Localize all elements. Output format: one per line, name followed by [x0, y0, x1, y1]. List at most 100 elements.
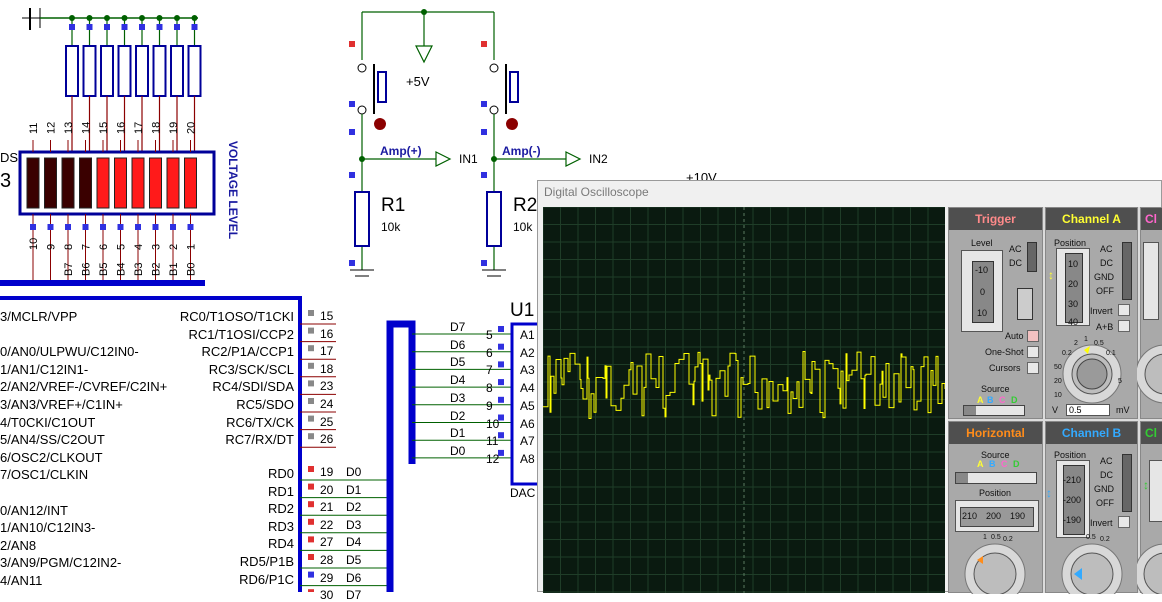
trigger-coupling-switch[interactable] — [1027, 242, 1037, 272]
led-pin-top: 11 — [28, 123, 40, 134]
channel-d-knob[interactable] — [1137, 534, 1162, 594]
channel-a-scale-0: 10 — [1068, 259, 1079, 269]
channel-b-scale-2: -190 — [1063, 515, 1082, 525]
channel-d-title: Cl — [1141, 422, 1162, 444]
channel-d-slider[interactable] — [1149, 460, 1162, 522]
channel-b-volts-knob[interactable] — [1052, 534, 1132, 594]
led-pin-bottom: 9 — [46, 244, 58, 250]
mcu-rc-pin-label: RC7/RX/DT — [225, 432, 294, 448]
cursors-button[interactable] — [1027, 362, 1039, 374]
one-shot-button[interactable] — [1027, 346, 1039, 358]
mcu-left-pin-label: 0/AN12/INT — [0, 502, 68, 518]
dac-pin-number: 8 — [486, 381, 493, 396]
channel-a-dial-5: 50 — [1054, 364, 1062, 371]
led-signal-label: B3 — [133, 263, 145, 276]
mcu-pin-number: 28 — [320, 553, 334, 567]
led-pin-bottom: 10 — [28, 238, 40, 250]
channel-b-invert-button[interactable] — [1118, 516, 1130, 528]
auto-button[interactable] — [1027, 330, 1039, 342]
trigger-source-b[interactable]: B — [987, 395, 994, 405]
channel-a-scale-1: 20 — [1068, 279, 1079, 289]
mcu-pin-number: 23 — [320, 379, 334, 394]
mcu-rd-net-label: D0 — [346, 465, 362, 479]
dac-net-label: D7 — [450, 320, 466, 334]
oscilloscope-window[interactable]: Digital Oscilloscope Trigger Level -10 0… — [537, 180, 1162, 594]
mcu-left-pin-label: 6/OSC2/CLKOUT — [0, 449, 103, 465]
channel-b-dial-1: 0.2 — [1100, 536, 1110, 543]
dac-pin-label: A3 — [520, 363, 535, 378]
channel-a-scale-2: 30 — [1068, 299, 1079, 309]
mcu-rd-net-label: D3 — [346, 517, 362, 532]
channel-a-position-slider[interactable]: 10 20 30 40 — [1056, 248, 1090, 327]
led-segment — [44, 157, 57, 209]
mcu-rd-pin-label: RD6/P1C — [239, 571, 294, 587]
channel-b-position-label: Position — [1054, 450, 1087, 460]
horizontal-time-knob[interactable] — [955, 534, 1035, 594]
channel-a-mode-switch[interactable] — [1122, 242, 1132, 300]
dac-pin-label: A6 — [520, 416, 535, 431]
led-signal-label: B1 — [168, 263, 180, 276]
mcu-left-pin-label: 2/AN2/VREF-/CVREF/C2IN+ — [0, 379, 168, 395]
mcu-rd-pin-label: RD0 — [267, 466, 294, 481]
channel-b-mode-switch[interactable] — [1122, 454, 1132, 512]
mcu-rc-pin-label: RC1/T1OSI/CCP2 — [188, 326, 294, 342]
led-signal-label: B2 — [151, 263, 163, 276]
trigger-source-label: Source — [981, 384, 1010, 394]
channel-c-knob[interactable] — [1137, 336, 1162, 406]
trigger-source-slider[interactable] — [963, 405, 1025, 416]
led-pin-top: 14 — [81, 122, 93, 134]
in1-label: IN1 — [459, 152, 478, 166]
horizontal-source-a[interactable]: A — [977, 459, 984, 469]
mcu-left-pin-label: 5/AN4/SS/C2OUT — [0, 432, 105, 448]
channel-a-mv-unit: mV — [1116, 405, 1130, 415]
led-segment — [184, 157, 197, 209]
trigger-edge-switch[interactable] — [1017, 288, 1033, 320]
mcu-pin-number: 17 — [320, 344, 334, 359]
channel-a-aplusb: A+B — [1096, 322, 1114, 332]
channel-a-invert-button[interactable] — [1118, 304, 1130, 316]
scope-screen[interactable] — [542, 206, 946, 593]
channel-c-slider[interactable] — [1143, 242, 1159, 320]
r2-value: 10k — [513, 220, 533, 234]
led-pin-bottom: 3 — [151, 244, 163, 250]
trigger-source-a[interactable]: A — [977, 395, 984, 405]
channel-a-trace — [543, 351, 946, 419]
led-side-fragment: DS — [0, 150, 19, 165]
horizontal-source-b[interactable]: B — [989, 459, 996, 469]
channel-a-aplusb-button[interactable] — [1118, 320, 1130, 332]
channel-a-volts-knob[interactable] — [1052, 336, 1132, 406]
mcu-left-pin-label: 1/AN1/C12IN1- — [0, 361, 89, 377]
mcu-left-pin-label: 0/AN0/ULPWU/C12IN0- — [0, 344, 139, 360]
dac-pin-number: 6 — [486, 345, 493, 360]
mcu-rd-pin-label: RD2 — [267, 501, 294, 517]
dac-pin-number: 10 — [486, 416, 500, 431]
horizontal-source-d[interactable]: D — [1013, 459, 1020, 469]
trigger-title: Trigger — [949, 208, 1042, 230]
dac-pin-label: A2 — [520, 345, 535, 360]
trigger-ac: AC — [1009, 244, 1022, 254]
channel-b-mode-dc: DC — [1100, 470, 1113, 480]
dac-net-label: D0 — [450, 443, 466, 458]
channel-a-dial-1: 1 — [1084, 336, 1088, 343]
mcu-rd-pin-label: RD1 — [267, 483, 294, 499]
led-signal-label: B0 — [186, 263, 198, 276]
trigger-source-c[interactable]: C — [999, 395, 1006, 405]
mcu-left-pin-label: 4/T0CKI/C1OUT — [0, 414, 96, 430]
horizontal-position-slider[interactable]: 210 200 190 — [955, 500, 1039, 532]
r1-name: R1 — [381, 195, 406, 216]
dac-net-label: D3 — [450, 390, 466, 405]
trigger-level-slider[interactable]: -10 0 10 — [961, 250, 1003, 332]
horizontal-source-slider[interactable] — [955, 472, 1037, 484]
horizontal-source-c[interactable]: C — [1001, 459, 1008, 469]
horizontal-title: Horizontal — [949, 422, 1042, 444]
dac-pin-label: A1 — [520, 328, 535, 342]
mcu-left-pin-label: 1/AN10/C12IN3- — [0, 520, 96, 536]
channel-b-position-slider[interactable]: -210 -200 -190 — [1056, 460, 1090, 538]
mcu-left-pin-label: 3/AN3/VREF+/C1IN+ — [0, 397, 123, 412]
scope-grid — [542, 206, 946, 593]
amp-minus-label: Amp(-) — [502, 144, 541, 158]
trigger-source-d[interactable]: D — [1011, 395, 1018, 405]
mcu-rc-pin-label: RC3/SCK/SCL — [208, 361, 294, 377]
dac-pin-label: A7 — [520, 434, 535, 449]
channel-a-volts-field[interactable] — [1066, 404, 1110, 416]
